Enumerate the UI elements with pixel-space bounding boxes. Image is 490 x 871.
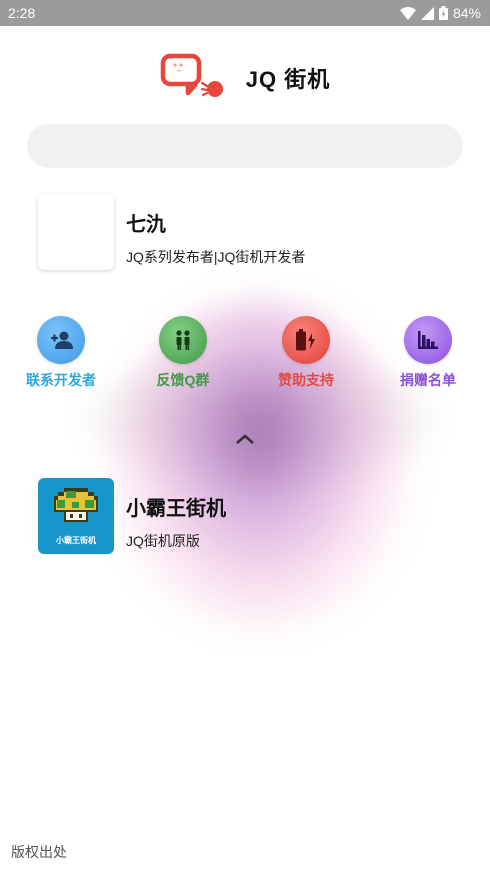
people-icon — [159, 316, 207, 364]
copyright-link[interactable]: 版权出处 — [11, 842, 67, 862]
chevron-up-icon[interactable] — [232, 428, 258, 450]
status-bar: 2:28 84% — [0, 0, 490, 26]
action-label-sponsor: 赞助支持 — [278, 372, 334, 388]
game-name: 小霸王街机 — [126, 498, 226, 520]
developer-card: 七氿 JQ系列发布者|JQ街机开发者 — [38, 194, 305, 270]
donor-list-button[interactable]: 捐赠名单 — [373, 316, 483, 390]
action-label-donors: 捐赠名单 — [400, 372, 456, 388]
battery-icon — [438, 6, 448, 20]
chat-bubble-logo — [160, 53, 224, 103]
action-row: 联系开发者 反馈Q群 赞助支持 捐赠名单 — [0, 316, 490, 396]
sponsor-support-button[interactable]: 赞助支持 — [251, 316, 361, 390]
status-icons: 84% — [399, 5, 481, 21]
developer-info: 七氿 JQ系列发布者|JQ街机开发者 — [126, 194, 305, 267]
wifi-icon — [399, 6, 416, 20]
battery-charge-icon — [282, 316, 330, 364]
game-info: 小霸王街机 JQ街机原版 — [126, 478, 226, 551]
signal-icon — [420, 6, 434, 20]
app-title: JQ 街机 — [245, 66, 331, 92]
action-label-contact: 联系开发者 — [26, 372, 96, 388]
search-input[interactable] — [27, 124, 463, 168]
app-header: JQ 街机 — [0, 50, 490, 105]
status-time: 2:28 — [8, 5, 36, 21]
add-contact-icon — [37, 316, 85, 364]
bar-chart-icon — [404, 316, 452, 364]
action-label-feedback: 反馈Q群 — [156, 372, 210, 388]
game-card[interactable]: 小霸王街机 小霸王街机 JQ街机原版 — [38, 478, 226, 554]
battery-percent: 84% — [452, 5, 481, 21]
developer-name: 七氿 — [126, 214, 166, 236]
developer-avatar — [38, 194, 114, 270]
game-description: JQ街机原版 — [126, 533, 200, 549]
contact-developer-button[interactable]: 联系开发者 — [6, 316, 116, 390]
feedback-group-button[interactable]: 反馈Q群 — [128, 316, 238, 390]
game-thumbnail: 小霸王街机 — [38, 478, 114, 554]
developer-description: JQ系列发布者|JQ街机开发者 — [126, 249, 306, 265]
game-thumb-text: 小霸王街机 — [56, 536, 96, 545]
